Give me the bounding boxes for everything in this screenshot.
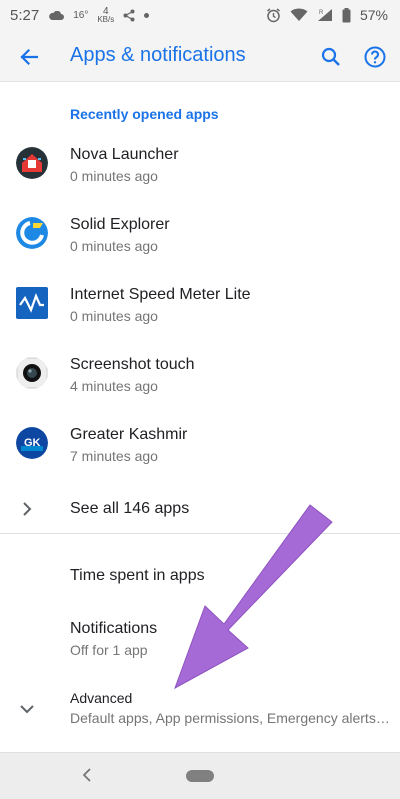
- battery-icon: [342, 7, 351, 22]
- net-speed-unit: KB/s: [97, 14, 115, 24]
- back-arrow-icon: [20, 48, 38, 66]
- status-left: 5:27 16° 4 KB/s: [10, 6, 150, 24]
- notifications-title: Notifications: [70, 620, 158, 637]
- app-last-opened: 7 minutes ago: [70, 448, 158, 464]
- share-icon: [123, 9, 135, 22]
- page-title: Apps & notifications: [70, 44, 246, 66]
- app-name: Greater Kashmir: [70, 426, 188, 443]
- net-speed: 4 KB/s: [97, 6, 115, 24]
- search-icon: [321, 47, 340, 66]
- app-name: Screenshot touch: [70, 356, 195, 373]
- status-right: R 57%: [266, 7, 388, 23]
- list-item[interactable]: Nova Launcher 0 minutes ago: [0, 134, 400, 204]
- chevron-down-icon: [20, 705, 34, 714]
- status-time: 5:27: [10, 7, 40, 24]
- cloud-icon: [49, 10, 65, 20]
- home-pill-icon[interactable]: [186, 770, 214, 782]
- svg-text:R: R: [319, 10, 324, 16]
- app-name: Nova Launcher: [70, 146, 179, 163]
- advanced-subtitle: Default apps, App permissions, Emergency…: [70, 710, 390, 726]
- signal-icon: R: [317, 9, 332, 21]
- greater-kashmir-icon: GK: [16, 427, 48, 459]
- list-item[interactable]: Solid Explorer 0 minutes ago: [0, 204, 400, 274]
- app-last-opened: 4 minutes ago: [70, 378, 158, 394]
- see-all-apps-row[interactable]: See all 146 apps: [0, 488, 400, 532]
- wifi-icon: [290, 8, 308, 21]
- list-item[interactable]: Internet Speed Meter Lite 0 minutes ago: [0, 274, 400, 344]
- app-last-opened: 0 minutes ago: [70, 308, 158, 324]
- gk-logo-text: GK: [24, 437, 41, 449]
- list-item[interactable]: Screenshot touch 4 minutes ago: [0, 344, 400, 414]
- time-spent-label: Time spent in apps: [70, 567, 205, 584]
- nav-back-icon[interactable]: [80, 767, 94, 783]
- speed-meter-icon: [16, 287, 48, 319]
- notifications-subtitle: Off for 1 app: [70, 642, 148, 658]
- back-button[interactable]: [16, 44, 42, 70]
- advanced-title: Advanced: [70, 690, 133, 706]
- app-last-opened: 0 minutes ago: [70, 238, 158, 254]
- screenshot-touch-icon: [16, 357, 48, 389]
- navigation-bar: [0, 752, 400, 799]
- chevron-right-icon: [23, 502, 32, 516]
- list-item[interactable]: GK Greater Kashmir 7 minutes ago: [0, 414, 400, 484]
- nova-launcher-icon: [16, 147, 48, 179]
- search-button[interactable]: [318, 44, 344, 70]
- weather-temp: 16°: [73, 10, 89, 21]
- app-name: Solid Explorer: [70, 216, 170, 233]
- settings-screen: 5:27 16° 4 KB/s R 57% Apps & notification…: [0, 0, 400, 799]
- time-spent-row[interactable]: Time spent in apps: [0, 556, 400, 600]
- alarm-icon: [267, 7, 280, 22]
- notification-dot-icon: [144, 13, 150, 18]
- notifications-row[interactable]: Notifications Off for 1 app: [0, 608, 400, 668]
- recent-apps-header: Recently opened apps: [70, 106, 219, 122]
- status-bar: 5:27 16° 4 KB/s R 57%: [0, 0, 400, 32]
- help-icon: [364, 46, 386, 68]
- solid-explorer-icon: [16, 217, 48, 249]
- section-divider: [0, 533, 400, 534]
- app-name: Internet Speed Meter Lite: [70, 286, 251, 303]
- app-last-opened: 0 minutes ago: [70, 168, 158, 184]
- advanced-row[interactable]: Advanced Default apps, App permissions, …: [0, 680, 400, 740]
- app-bar: Apps & notifications: [0, 32, 400, 82]
- battery-percent: 57%: [359, 7, 388, 23]
- help-button[interactable]: [362, 44, 388, 70]
- see-all-apps-label: See all 146 apps: [70, 500, 190, 517]
